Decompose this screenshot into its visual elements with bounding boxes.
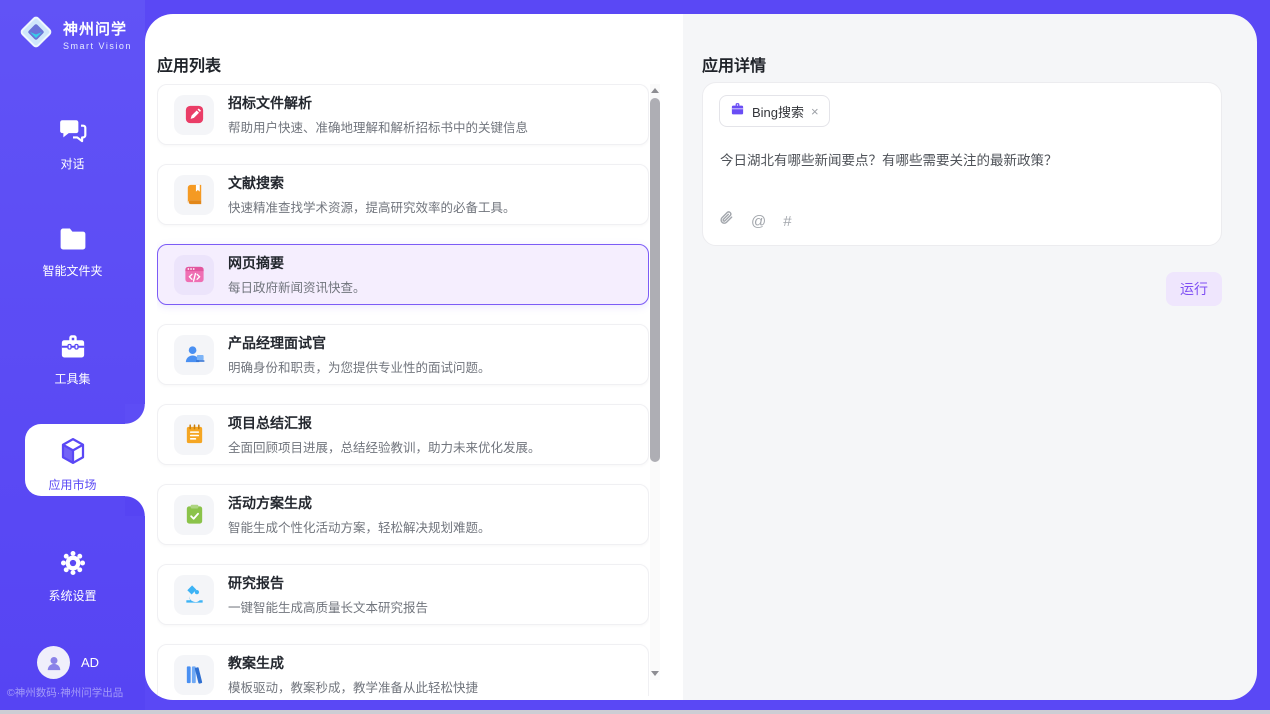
main-content: 应用列表 招标文件解析 帮助用户快速、准确地理解和解析招标书中的关键信息 xyxy=(145,14,1257,700)
query-text[interactable]: 今日湖北有哪些新闻要点？有哪些需要关注的最新政策？ xyxy=(720,151,1207,171)
app-desc: 帮助用户快速、准确地理解和解析招标书中的关键信息 xyxy=(228,117,528,136)
bid-document-icon xyxy=(174,95,214,135)
mention-icon[interactable]: @ xyxy=(751,213,766,230)
microscope-icon xyxy=(174,575,214,615)
sidebar-item-label: 智能文件夹 xyxy=(42,262,102,279)
notepad-icon xyxy=(174,415,214,455)
user-account[interactable]: AD xyxy=(37,646,99,679)
list-item-bid-document-analysis[interactable]: 招标文件解析 帮助用户快速、准确地理解和解析招标书中的关键信息 xyxy=(157,84,649,145)
app-name: 招标文件解析 xyxy=(228,93,528,113)
webpage-code-icon xyxy=(174,255,214,295)
tool-tag-label: Bing搜索 xyxy=(752,102,804,121)
list-item-research-report[interactable]: 研究报告 一键智能生成高质量长文本研究报告 xyxy=(157,564,649,625)
logo-subtitle: Smart Vision xyxy=(63,41,132,51)
app-desc: 全面回顾项目进展，总结经验教训，助力未来优化发展。 xyxy=(228,437,541,456)
app-logo: 神州问学 Smart Vision xyxy=(16,12,132,57)
active-nav-fillet-top xyxy=(125,404,145,424)
avatar xyxy=(37,646,70,679)
app-desc: 一键智能生成高质量长文本研究报告 xyxy=(228,597,428,616)
sidebar-item-label: 对话 xyxy=(60,155,84,172)
app-list: 招标文件解析 帮助用户快速、准确地理解和解析招标书中的关键信息 文献搜索 快速精… xyxy=(157,84,649,696)
scrollbar-thumb[interactable] xyxy=(650,98,660,462)
app-desc: 模板驱动，教案秒成，教学准备从此轻松快捷 xyxy=(228,677,478,696)
app-detail-panel: 应用详情 Bing搜索 × 今日湖北有哪些新闻要点？有哪些需要关注的最新政策？ xyxy=(683,14,1257,700)
prompt-input-card[interactable]: Bing搜索 × 今日湖北有哪些新闻要点？有哪些需要关注的最新政策？ @ # xyxy=(702,82,1222,246)
clipboard-check-icon xyxy=(174,495,214,535)
scrollbar-down-icon[interactable] xyxy=(651,671,659,676)
tag-close-icon[interactable]: × xyxy=(811,105,819,118)
sidebar-item-chat[interactable]: 对话 xyxy=(0,112,145,176)
sidebar: 神州问学 Smart Vision 对话 智能文件夹 xyxy=(0,0,145,710)
literature-book-icon xyxy=(174,175,214,215)
list-item-literature-search[interactable]: 文献搜索 快速精准查找学术资源，提高研究效率的必备工具。 xyxy=(157,164,649,225)
sidebar-item-smart-folder[interactable]: 智能文件夹 xyxy=(0,220,145,284)
app-name: 研究报告 xyxy=(228,573,428,593)
folder-icon xyxy=(58,226,88,257)
sidebar-item-settings[interactable]: 系统设置 xyxy=(0,544,145,608)
sidebar-item-toolbox[interactable]: 工具集 xyxy=(0,328,145,392)
tool-tag-bing-search[interactable]: Bing搜索 × xyxy=(719,95,830,127)
app-desc: 快速精准查找学术资源，提高研究效率的必备工具。 xyxy=(228,197,516,216)
app-name: 文献搜索 xyxy=(228,173,516,193)
app-detail-title: 应用详情 xyxy=(702,52,766,76)
run-row: 运行 xyxy=(702,272,1222,306)
sidebar-item-label: 应用市场 xyxy=(48,476,96,493)
app-name: 项目总结汇报 xyxy=(228,413,541,433)
user-name: AD xyxy=(81,655,99,670)
app-list-title: 应用列表 xyxy=(157,52,221,76)
gear-icon xyxy=(59,549,87,582)
app-desc: 智能生成个性化活动方案，轻松解决规划难题。 xyxy=(228,517,491,536)
app-desc: 明确身份和职责，为您提供专业性的面试问题。 xyxy=(228,357,491,376)
app-name: 教案生成 xyxy=(228,653,478,673)
list-item-lesson-plan[interactable]: 教案生成 模板驱动，教案秒成，教学准备从此轻松快捷 xyxy=(157,644,649,696)
list-item-pm-interviewer[interactable]: 产品经理面试官 明确身份和职责，为您提供专业性的面试问题。 xyxy=(157,324,649,385)
scrollbar-up-icon[interactable] xyxy=(651,88,659,93)
app-name: 活动方案生成 xyxy=(228,493,491,513)
copyright-text: ©神州数码·神州问学出品 xyxy=(7,685,123,700)
app-list-panel: 应用列表 招标文件解析 帮助用户快速、准确地理解和解析招标书中的关键信息 xyxy=(145,14,683,700)
cube-icon xyxy=(58,436,88,471)
active-nav-fillet-bottom xyxy=(125,496,145,516)
sidebar-item-label: 系统设置 xyxy=(48,587,96,604)
logo-title: 神州问学 xyxy=(63,18,132,39)
composer-toolbar: @ # xyxy=(719,210,792,232)
list-item-project-summary[interactable]: 项目总结汇报 全面回顾项目进展，总结经验教训，助力未来优化发展。 xyxy=(157,404,649,465)
list-item-event-plan[interactable]: 活动方案生成 智能生成个性化活动方案，轻松解决规划难题。 xyxy=(157,484,649,545)
interviewer-icon xyxy=(174,335,214,375)
app-name: 产品经理面试官 xyxy=(228,333,491,353)
chat-icon xyxy=(58,117,88,150)
run-button[interactable]: 运行 xyxy=(1166,272,1222,306)
list-scrollbar[interactable] xyxy=(650,84,660,680)
sidebar-item-app-market[interactable]: 应用市场 xyxy=(0,432,145,496)
app-name: 网页摘要 xyxy=(228,253,366,273)
briefcase-icon xyxy=(730,102,745,121)
logo-diamond-icon xyxy=(16,12,56,57)
hashtag-icon[interactable]: # xyxy=(783,213,791,230)
app-desc: 每日政府新闻资讯快查。 xyxy=(228,277,366,296)
sidebar-item-label: 工具集 xyxy=(54,370,90,387)
attachment-icon[interactable] xyxy=(719,210,734,232)
books-icon xyxy=(174,655,214,695)
toolbox-icon xyxy=(58,334,88,365)
list-item-webpage-summary[interactable]: 网页摘要 每日政府新闻资讯快查。 xyxy=(157,244,649,305)
